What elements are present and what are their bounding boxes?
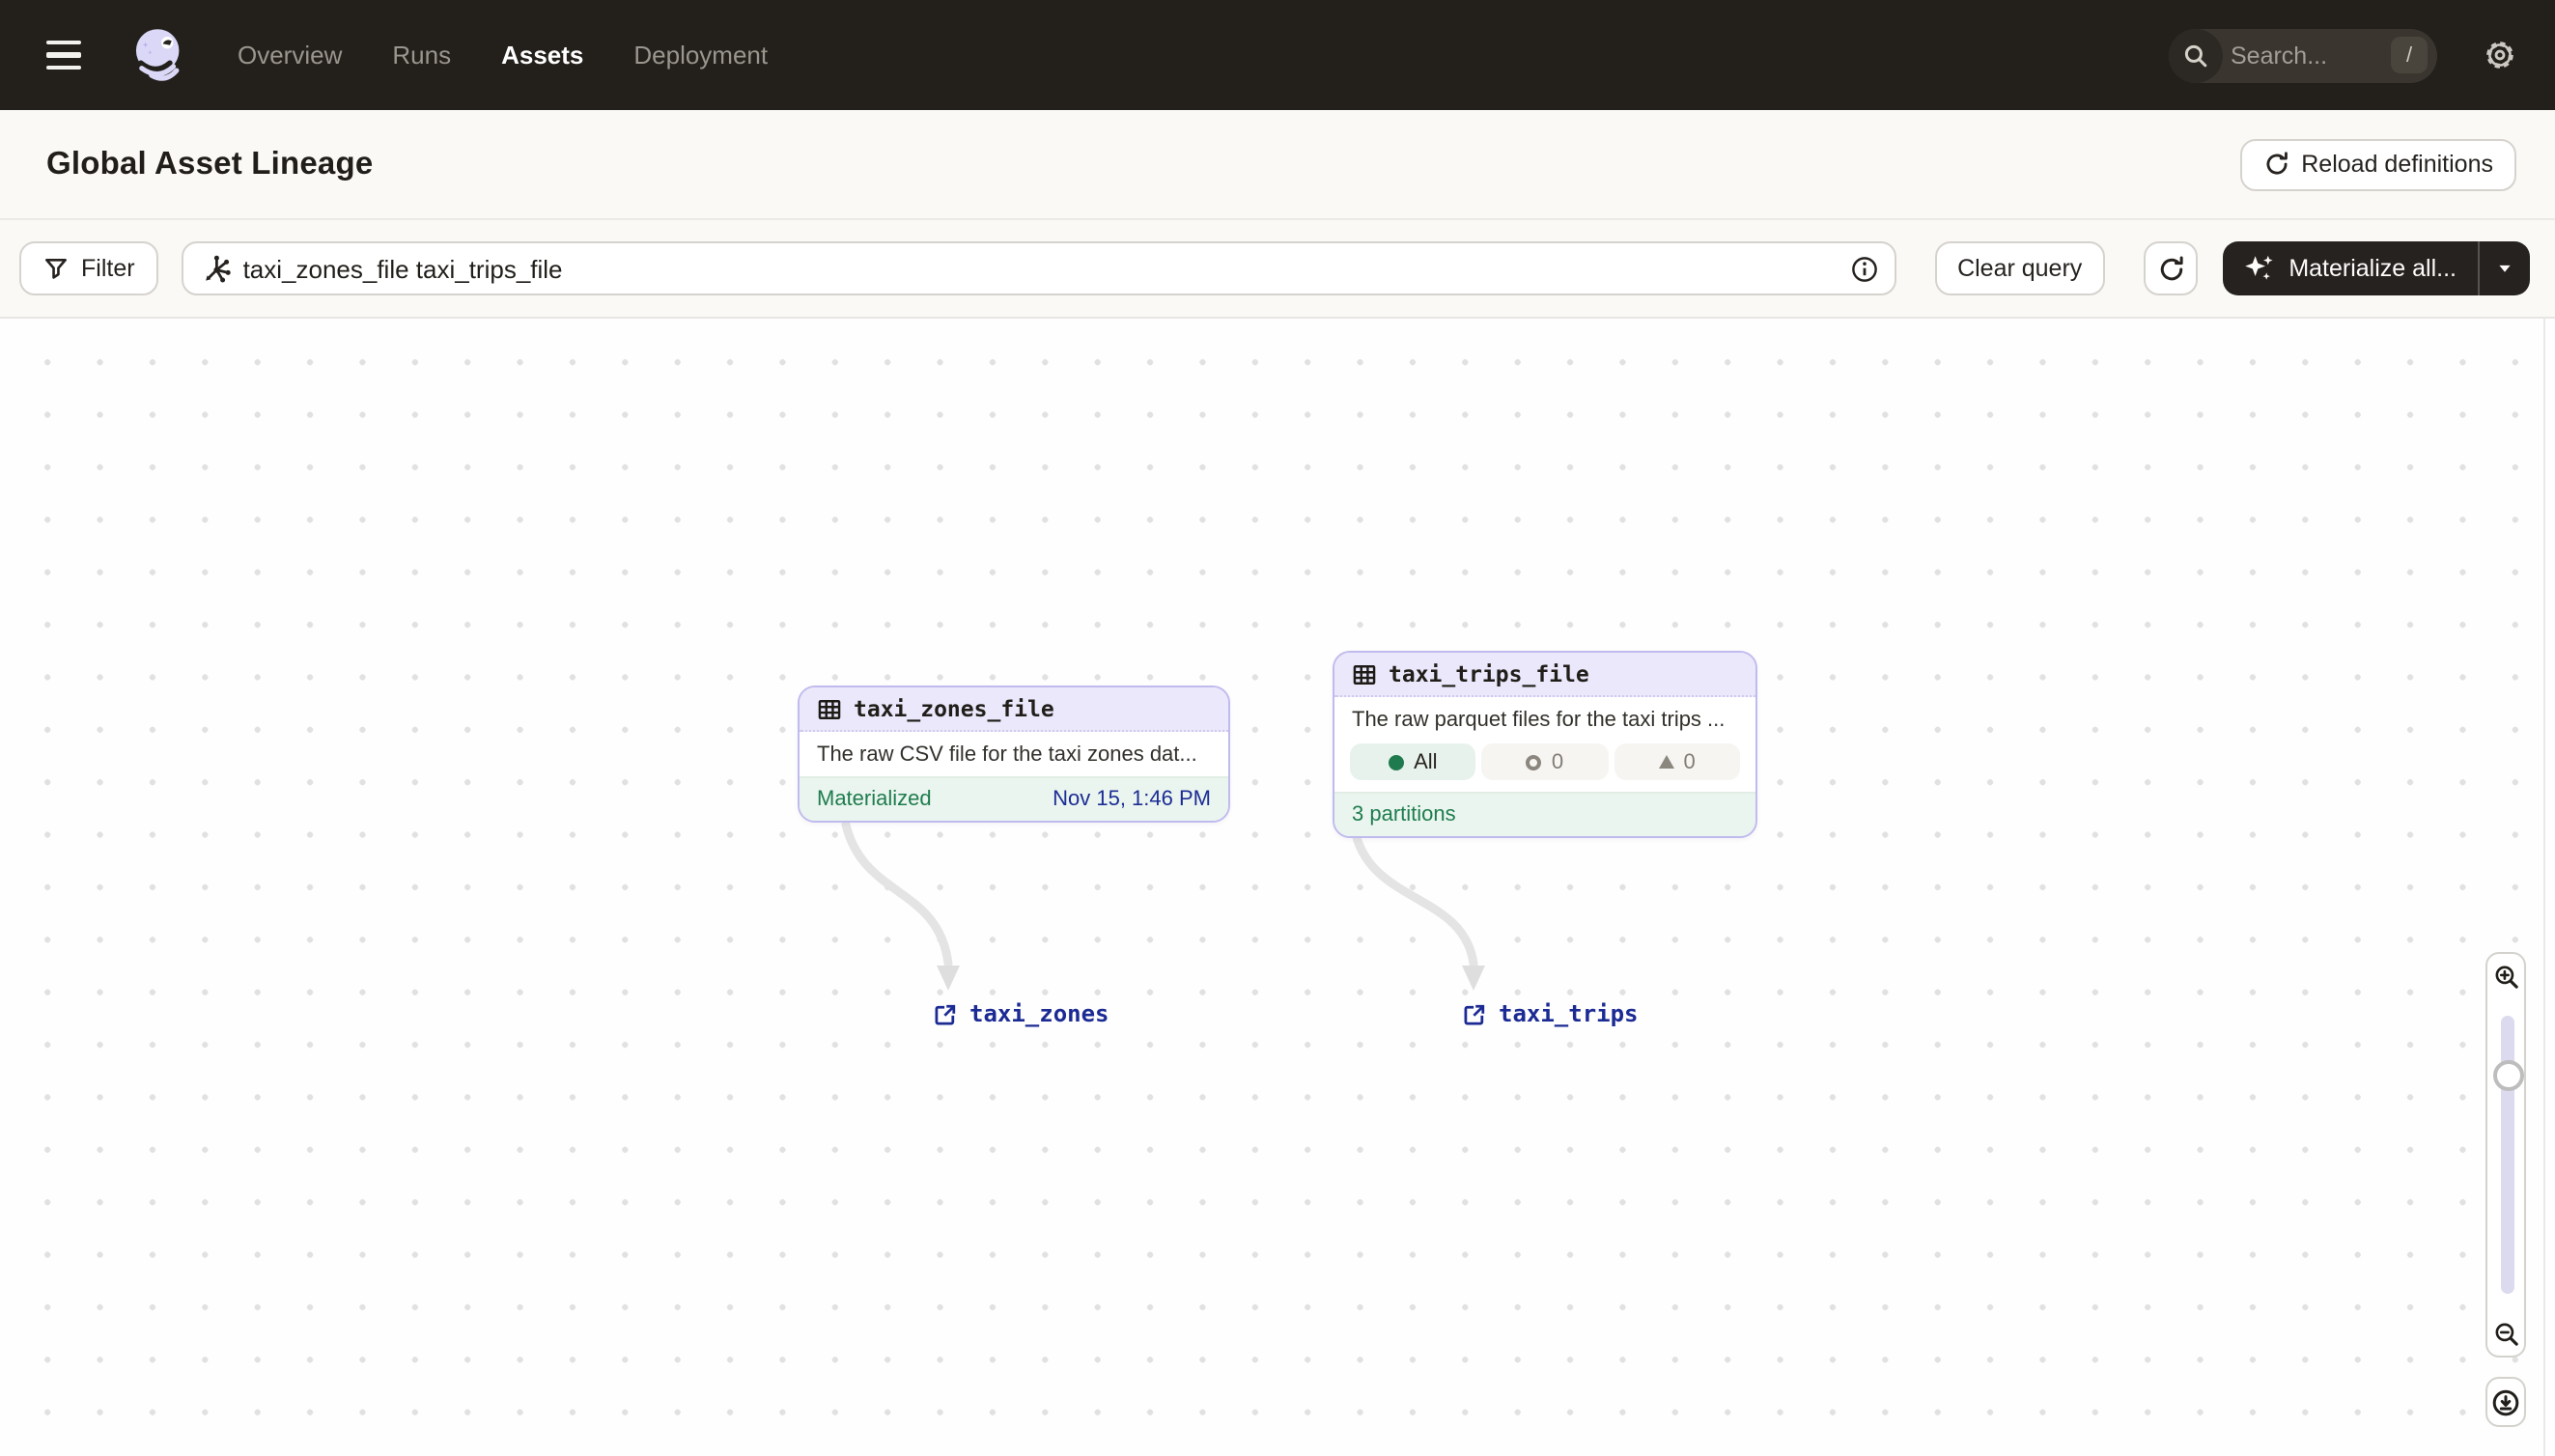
reload-definitions-label: Reload definitions — [2301, 151, 2493, 178]
nav-item-deployment[interactable]: Deployment — [633, 41, 768, 70]
asset-node-header: taxi_zones_file — [800, 687, 1228, 732]
download-circle-icon — [2492, 1388, 2519, 1415]
partitions-failed-badge[interactable]: 0 — [1614, 743, 1740, 780]
dagster-logo-icon[interactable] — [129, 25, 189, 85]
materialize-dropdown-caret[interactable] — [2480, 241, 2530, 295]
external-asset-label: taxi_trips — [1499, 1000, 1639, 1027]
external-asset-link-taxi-zones[interactable]: taxi_zones — [933, 1000, 1109, 1027]
asset-node-title: taxi_zones_file — [854, 695, 1054, 722]
external-asset-label: taxi_zones — [969, 1000, 1109, 1027]
page-title: Global Asset Lineage — [46, 146, 374, 181]
asset-node-header: taxi_trips_file — [1334, 653, 1755, 697]
zoom-in-icon — [2494, 965, 2517, 988]
zoom-slider-handle[interactable] — [2492, 1060, 2523, 1091]
success-dot-icon — [1389, 754, 1405, 770]
materialize-all-label: Materialize all... — [2288, 255, 2457, 282]
refresh-icon — [2156, 254, 2185, 283]
reload-definitions-button[interactable]: Reload definitions — [2239, 138, 2516, 190]
failed-triangle-icon — [1658, 755, 1674, 769]
lineage-edges — [841, 820, 1485, 991]
missing-ring-icon — [1526, 754, 1542, 770]
partitions-success-badge[interactable]: All — [1350, 743, 1476, 780]
clear-query-label: Clear query — [1957, 255, 2083, 282]
filter-funnel-icon — [42, 255, 70, 282]
asset-node-taxi-trips-file[interactable]: taxi_trips_file The raw parquet files fo… — [1333, 651, 1757, 838]
asset-selection-input[interactable] — [231, 254, 1850, 283]
partitions-missing-badge[interactable]: 0 — [1481, 743, 1609, 780]
reload-icon — [2262, 151, 2289, 178]
filter-label: Filter — [81, 255, 135, 282]
settings-gear-icon[interactable] — [2484, 39, 2516, 71]
zoom-out-button[interactable] — [2485, 1309, 2526, 1358]
refresh-button[interactable] — [2144, 241, 2199, 295]
zoom-slider-track — [2501, 1016, 2514, 1294]
zoom-controls — [2485, 952, 2526, 1427]
asset-node-footer: Materialized Nov 15, 1:46 PM — [800, 776, 1228, 821]
filter-button[interactable]: Filter — [19, 241, 158, 295]
search-box[interactable]: / — [2169, 28, 2437, 82]
navbar-left: Overview Runs Assets Deployment — [46, 25, 768, 85]
sparkle-icon — [2244, 253, 2275, 284]
zoom-out-icon — [2494, 1322, 2517, 1345]
download-view-button[interactable] — [2485, 1377, 2526, 1427]
clear-query-button[interactable]: Clear query — [1934, 241, 2106, 295]
partitions-count-label: 3 partitions — [1352, 803, 1456, 826]
asset-selection-input-box[interactable] — [181, 241, 1896, 295]
search-shortcut-badge: / — [2391, 37, 2428, 73]
materialize-all-button[interactable]: Materialize all... — [2223, 241, 2478, 295]
top-navbar: Overview Runs Assets Deployment / — [0, 0, 2555, 110]
materialized-status: Materialized — [817, 788, 932, 811]
dagster-app: Overview Runs Assets Deployment / — [0, 0, 2555, 1456]
nav-item-assets[interactable]: Assets — [501, 41, 583, 70]
op-selector-icon — [201, 253, 232, 284]
caret-down-icon — [2499, 265, 2511, 272]
external-link-icon — [1462, 1001, 1487, 1026]
search-icon — [2169, 28, 2223, 82]
asset-node-title: taxi_trips_file — [1389, 660, 1589, 687]
table-icon — [817, 696, 842, 721]
asset-node-description: The raw CSV file for the taxi zones dat.… — [817, 742, 1197, 766]
asset-node-taxi-zones-file[interactable]: taxi_zones_file The raw CSV file for the… — [798, 686, 1230, 823]
query-info-icon[interactable] — [1849, 254, 1878, 283]
lineage-toolbar: Filter taxi_zones_file taxi_trips_file C… — [0, 220, 2555, 319]
partitions-missing-count: 0 — [1551, 750, 1564, 773]
search-input[interactable] — [2223, 42, 2391, 69]
zoom-in-button[interactable] — [2485, 952, 2526, 1000]
external-link-icon — [933, 1001, 958, 1026]
partition-badges: All 0 0 — [1334, 742, 1755, 792]
zoom-slider[interactable] — [2485, 998, 2526, 1311]
partitions-failed-count: 0 — [1683, 750, 1696, 773]
menu-icon[interactable] — [46, 26, 104, 84]
nav-item-overview[interactable]: Overview — [238, 41, 342, 70]
materialized-timestamp[interactable]: Nov 15, 1:46 PM — [1053, 788, 1211, 811]
nav-item-runs[interactable]: Runs — [392, 41, 451, 70]
asset-node-description: The raw parquet files for the taxi trips… — [1352, 708, 1726, 731]
materialize-all-split-button: Materialize all... — [2223, 241, 2530, 295]
table-icon — [1352, 661, 1377, 686]
page-header: Global Asset Lineage Reload definitions — [0, 110, 2555, 220]
partitions-success-label: All — [1414, 750, 1438, 773]
nav-links: Overview Runs Assets Deployment — [238, 41, 768, 70]
asset-node-footer: 3 partitions — [1334, 792, 1755, 836]
canvas-right-divider — [2543, 319, 2545, 1456]
external-asset-link-taxi-trips[interactable]: taxi_trips — [1462, 1000, 1639, 1027]
lineage-canvas[interactable]: taxi_zones_file The raw CSV file for the… — [0, 319, 2555, 1456]
navbar-right: / — [2169, 28, 2516, 82]
